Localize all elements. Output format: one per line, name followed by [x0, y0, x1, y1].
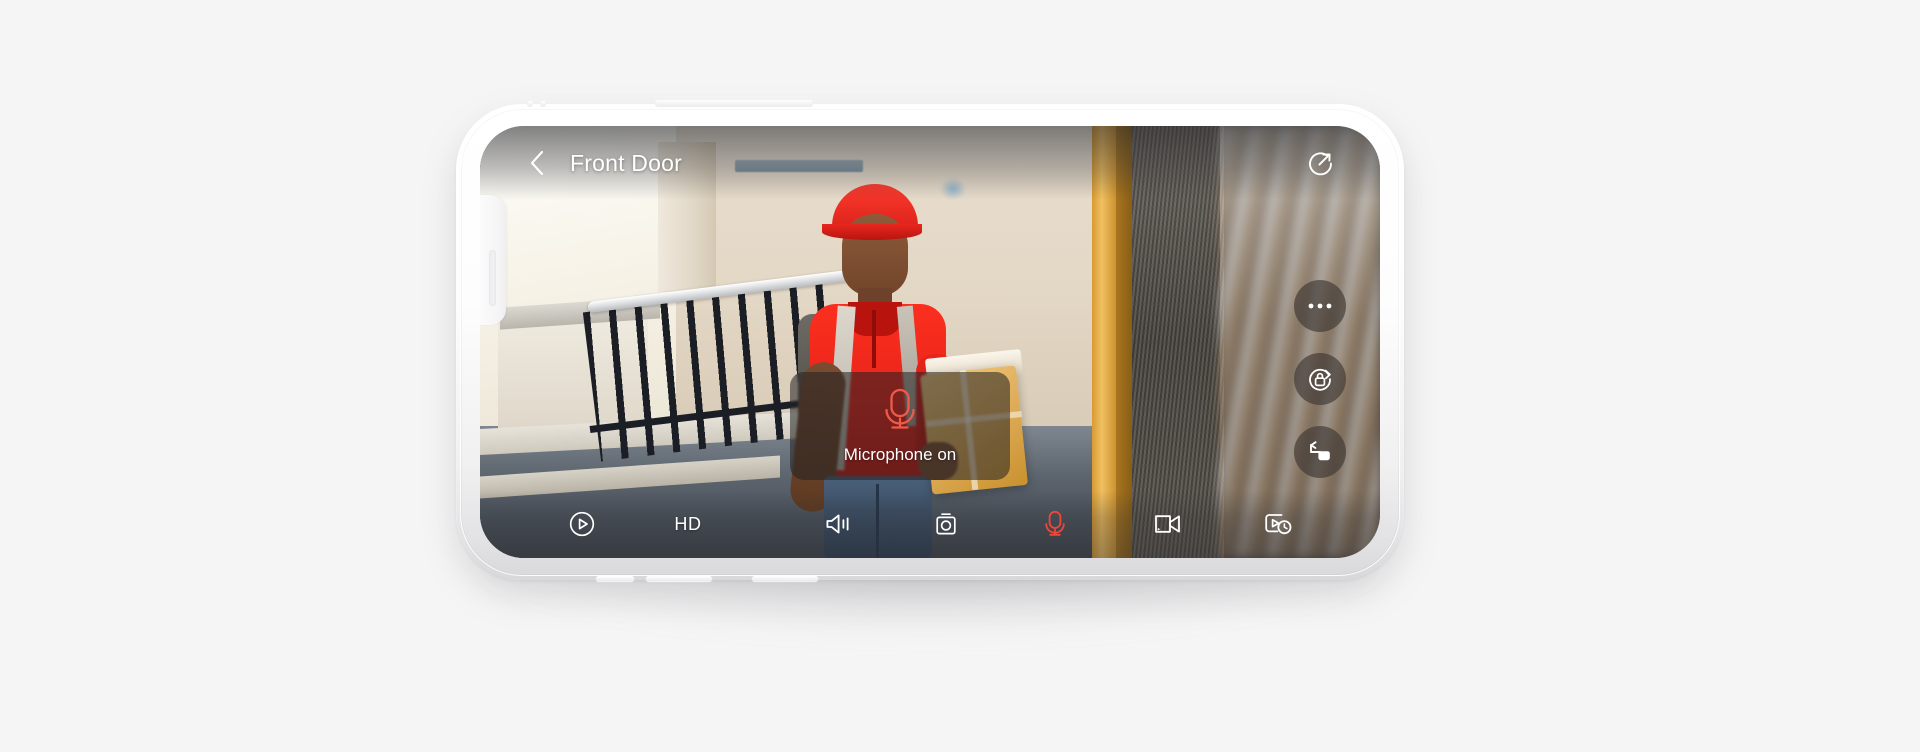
toast-message: Microphone on — [843, 445, 957, 464]
screen-bottom-toolbar: HD — [480, 490, 1380, 558]
video-record-icon — [1155, 515, 1180, 533]
speaker-grille-slot — [752, 576, 818, 581]
volume-up-button[interactable] — [527, 101, 533, 106]
phone-screen: Front Door Microphone on HD — [480, 126, 1380, 558]
snapshot-button[interactable] — [924, 507, 968, 541]
playback-history-button[interactable] — [1256, 507, 1300, 541]
back-button[interactable] — [524, 150, 550, 176]
playback-history-icon — [1265, 514, 1292, 535]
picture-in-picture-button[interactable] — [1294, 426, 1346, 478]
share-button[interactable] — [1304, 146, 1338, 180]
speaker-grille-slot — [646, 576, 712, 581]
right-action-rail — [1294, 280, 1346, 478]
microphone-toggle-button[interactable] — [1033, 507, 1077, 541]
play-circle-icon — [569, 511, 595, 537]
page-title: Front Door — [570, 149, 682, 176]
speaker-on-icon — [826, 514, 849, 534]
power-button[interactable] — [655, 100, 813, 106]
snapshot-camera-icon — [936, 513, 956, 535]
more-options-icon — [1308, 303, 1332, 309]
privacy-lock-button[interactable] — [1294, 353, 1346, 405]
more-options-button[interactable] — [1294, 280, 1346, 332]
screen-top-bar: Front Door — [480, 126, 1380, 200]
microphone-status-toast: Microphone on — [790, 372, 1010, 480]
play-button[interactable] — [560, 507, 604, 541]
scene-cap-brim — [822, 224, 922, 240]
speaker-grille-slot — [596, 576, 634, 581]
share-circle-icon — [1309, 152, 1332, 176]
volume-down-button[interactable] — [540, 101, 546, 106]
picture-in-picture-icon — [1310, 441, 1330, 461]
scene-shirt-placket — [872, 310, 876, 368]
microphone-icon — [1045, 510, 1065, 536]
hd-quality-button[interactable]: HD — [660, 507, 716, 541]
record-video-button[interactable] — [1146, 507, 1190, 541]
privacy-lock-rotate-icon — [1309, 368, 1331, 391]
microphone-icon — [885, 388, 915, 429]
screenshot-root: Front Door Microphone on HD — [0, 0, 1920, 752]
speaker-button[interactable] — [818, 507, 862, 541]
phone-side-button[interactable] — [489, 250, 496, 306]
chevron-left-icon — [530, 150, 544, 176]
